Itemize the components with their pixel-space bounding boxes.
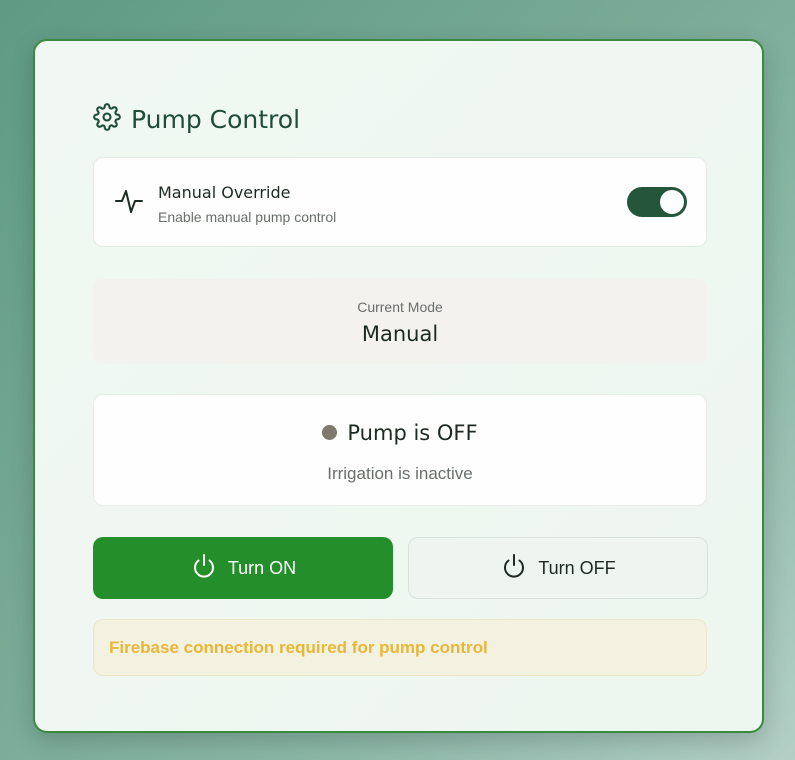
mode-label: Current Mode xyxy=(357,299,443,315)
status-row: Pump is OFF xyxy=(94,421,706,445)
power-icon xyxy=(500,552,528,585)
turn-on-label: Turn ON xyxy=(227,557,297,578)
turn-off-button[interactable]: Turn OFF xyxy=(408,537,708,599)
turn-off-label: Turn OFF xyxy=(538,557,616,578)
status-indicator xyxy=(322,424,338,440)
power-icon xyxy=(190,552,218,585)
current-mode-panel: Current Mode Manual xyxy=(93,279,707,364)
manual-override-toggle[interactable] xyxy=(627,187,687,217)
pulse-icon xyxy=(114,186,144,216)
status-subtitle: Irrigation is inactive xyxy=(327,464,473,483)
turn-on-button[interactable]: Turn ON xyxy=(93,537,393,599)
pump-status-panel: Pump is OFF Irrigation is inactive xyxy=(93,394,707,506)
gear-icon xyxy=(93,103,121,136)
override-subtitle: Enable manual pump control xyxy=(158,209,337,225)
card-header: Pump Control xyxy=(93,103,300,136)
override-title: Manual Override xyxy=(158,183,291,202)
firebase-warning: Firebase connection required for pump co… xyxy=(93,619,707,676)
manual-override-panel: Manual Override Enable manual pump contr… xyxy=(93,157,707,247)
page-title: Pump Control xyxy=(131,105,301,134)
status-title: Pump is OFF xyxy=(347,421,478,445)
pump-control-card: Pump Control Manual Override Enable manu… xyxy=(33,39,764,733)
mode-value: Manual xyxy=(361,322,439,346)
toggle-knob xyxy=(660,190,684,214)
